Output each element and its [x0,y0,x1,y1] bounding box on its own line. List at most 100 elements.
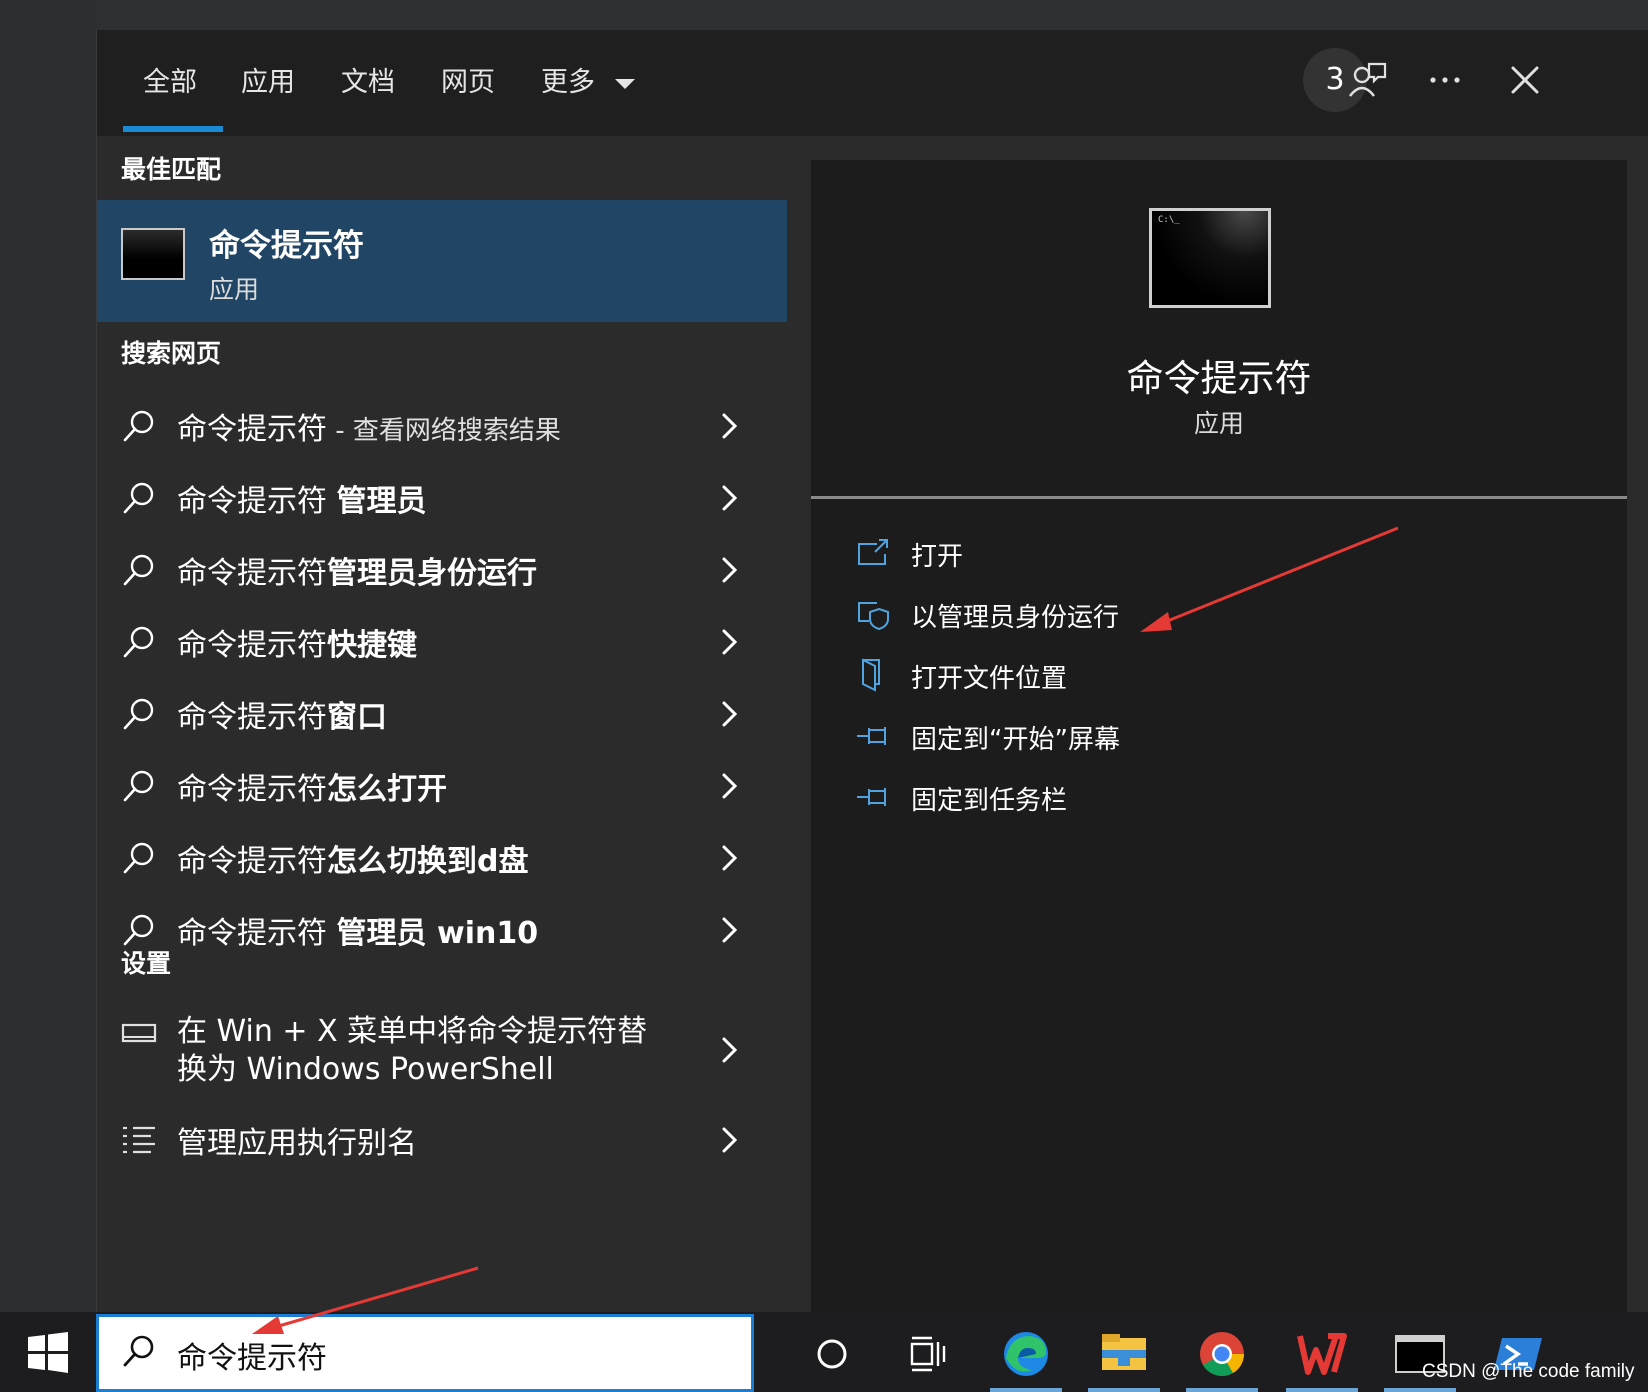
web-result-query: 命令提示符 [177,700,327,735]
settings-item-label: 管理应用执行别名 [177,1126,417,1161]
details-divider [811,496,1627,499]
wps-running-indicator [1286,1388,1358,1392]
wps-office-icon[interactable] [1292,1324,1352,1384]
feedback-icon[interactable] [1347,60,1387,100]
web-result-label: 命令提示符 管理员 [177,476,427,520]
taskbar-search-box[interactable]: 命令提示符 [96,1314,754,1392]
web-result-query: 命令提示符 [177,556,327,591]
web-result-label: 命令提示符快捷键 [177,620,417,664]
chevron-right-icon [722,845,738,871]
chevron-right-icon [722,701,738,727]
settings-item-alias[interactable]: 管理应用执行别名 [97,1106,787,1172]
web-result-label: 命令提示符 管理员 win10 [177,908,538,952]
web-result-label: 命令提示符管理员身份运行 [177,548,537,592]
cortana-icon[interactable] [802,1324,862,1384]
chrome-icon[interactable] [1192,1324,1252,1384]
desktop-background [0,0,96,1312]
best-match-heading: 最佳匹配 [121,155,222,184]
monitor-icon [121,1023,157,1043]
settings-heading: 设置 [121,949,172,978]
chevron-right-icon [722,917,738,943]
web-result-label: 命令提示符怎么打开 [177,764,447,808]
web-result-completion: 管理员身份运行 [327,556,537,591]
explorer-running-indicator [1088,1388,1160,1392]
best-match-title: 命令提示符 [209,228,364,264]
action-open-label: 打开 [911,542,964,572]
shield-icon [858,602,889,631]
search-icon [123,698,154,730]
search-icon [123,1335,154,1367]
best-match-item[interactable]: 命令提示符 应用 [97,200,787,322]
web-result-item[interactable]: 命令提示符 - 查看网络搜索结果 [97,392,787,458]
folder-location-icon [862,658,880,692]
action-pin-to-taskbar[interactable]: 固定到任务栏 [855,774,1355,820]
desktop-background-top [96,0,1648,30]
active-tab-indicator [123,126,223,132]
list-icon [123,1126,155,1154]
search-icon [123,914,154,946]
web-result-query: 命令提示符 [177,484,337,519]
tab-documents[interactable]: 文档 [341,58,395,108]
search-icon [123,626,154,658]
action-pin-to-start-label: 固定到“开始”屏幕 [911,725,1120,755]
web-result-query: 命令提示符 [177,412,327,447]
web-result-query: 命令提示符 [177,844,327,879]
tab-web[interactable]: 网页 [441,58,495,108]
chevron-right-icon [722,485,738,511]
web-result-label: 命令提示符怎么切换到d盘 [177,836,528,880]
web-result-item[interactable]: 命令提示符管理员身份运行 [97,536,787,602]
windows-start-icon[interactable] [26,1330,70,1374]
action-pin-to-start[interactable]: 固定到“开始”屏幕 [855,713,1355,759]
search-icon [123,770,154,802]
web-search-heading: 搜索网页 [121,339,222,368]
web-result-item[interactable]: 命令提示符怎么切换到d盘 [97,824,787,890]
chevron-right-icon [722,1037,738,1063]
edge-browser-icon[interactable] [996,1324,1056,1384]
web-result-label: 命令提示符窗口 [177,692,387,736]
action-open-file-location[interactable]: 打开文件位置 [855,652,1355,698]
chevron-right-icon [722,413,738,439]
tab-more[interactable]: 更多 [541,58,636,108]
search-icon [123,554,154,586]
settings-item-powershell[interactable]: 在 Win + X 菜单中将命令提示符替 换为 Windows PowerShe… [97,996,787,1096]
open-icon [858,539,888,565]
web-result-item[interactable]: 命令提示符怎么打开 [97,752,787,818]
web-result-suffix: - 查看网络搜索结果 [327,416,561,446]
web-result-query: 命令提示符 [177,628,327,663]
web-result-label: 命令提示符 - 查看网络搜索结果 [177,404,561,448]
chevron-right-icon [722,773,738,799]
search-header: 全部 应用 文档 网页 更多 3 [97,30,1648,136]
close-icon[interactable] [1505,60,1545,100]
details-pane: C:\_ 命令提示符 应用 打开 以管理员身份运行 打开文件位置 固定到“开始”… [787,136,1648,1312]
action-open[interactable]: 打开 [855,530,1355,576]
search-icon [123,410,154,442]
results-list: 最佳匹配 命令提示符 应用 搜索网页 命令提示符 - 查看网络搜索结果 命令提示符… [97,136,787,1312]
search-icon [123,482,154,514]
web-result-item[interactable]: 命令提示符快捷键 [97,608,787,674]
search-input[interactable]: 命令提示符 [177,1333,327,1377]
more-options-icon[interactable] [1425,60,1465,100]
edge-running-indicator [990,1388,1062,1392]
chevron-right-icon [722,629,738,655]
web-result-item[interactable]: 命令提示符窗口 [97,680,787,746]
task-view-icon[interactable] [898,1324,958,1384]
search-panel: 全部 应用 文档 网页 更多 3 最佳匹配 命令提示符 应用 搜索网页 命令提示… [96,30,1648,1312]
chevron-right-icon [722,1127,738,1153]
tab-more-label: 更多 [541,67,595,98]
action-run-as-admin[interactable]: 以管理员身份运行 [855,591,1355,637]
tab-all[interactable]: 全部 [143,58,197,108]
web-result-completion: 窗口 [327,700,387,735]
details-card: C:\_ 命令提示符 应用 打开 以管理员身份运行 打开文件位置 固定到“开始”… [811,160,1627,1312]
chevron-down-icon [614,78,635,89]
web-result-item[interactable]: 命令提示符 管理员 [97,464,787,530]
tab-apps[interactable]: 应用 [241,58,295,108]
web-result-item[interactable]: 命令提示符 管理员 win10 [97,896,787,962]
action-run-as-admin-label: 以管理员身份运行 [911,603,1120,633]
web-result-completion: 管理员 [336,484,427,519]
cmd-running-indicator [1384,1388,1456,1392]
details-title: 命令提示符 [1126,357,1312,400]
chevron-right-icon [722,557,738,583]
taskbar: 命令提示符 [0,1312,1648,1392]
web-result-completion: 怎么打开 [327,772,447,807]
file-explorer-icon[interactable] [1094,1324,1154,1384]
